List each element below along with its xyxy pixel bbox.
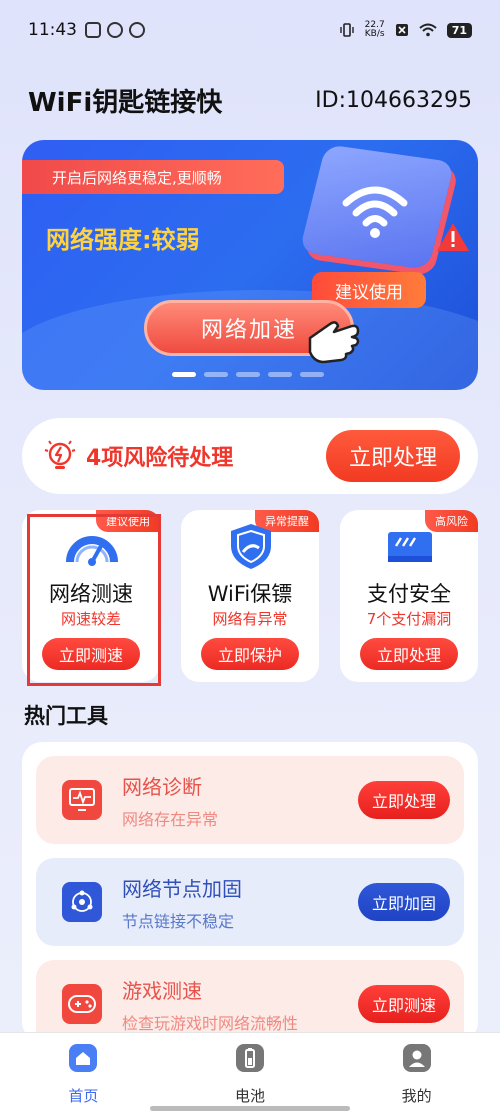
profile-icon xyxy=(402,1044,431,1072)
monitor-icon xyxy=(62,780,102,820)
tool-title: 网络诊断 xyxy=(122,774,202,799)
tool-subtitle: 节点链接不稳定 xyxy=(122,911,235,931)
battery-icon xyxy=(235,1044,264,1072)
feature-card-payment-security[interactable]: 高风险 支付安全 7个支付漏洞 立即处理 xyxy=(340,510,478,682)
feature-title: 网络测速 xyxy=(49,582,133,606)
tool-text: 网络节点加固 节点链接不稳定 xyxy=(122,873,358,932)
feature-card-speedtest[interactable]: 建议使用 网络测速 网速较差 立即测速 xyxy=(22,510,160,682)
bottom-nav: 首页 电池 我的 xyxy=(0,1032,500,1115)
lightbulb-icon xyxy=(44,440,76,469)
tool-row-game-speedtest[interactable]: 游戏测速 检查玩游戏时网络流畅性 立即测速 xyxy=(36,960,464,1042)
tool-row-network-diagnosis[interactable]: 网络诊断 网络存在异常 立即处理 xyxy=(36,756,464,844)
feature-title: 支付安全 xyxy=(367,582,451,606)
shield-icon xyxy=(231,524,271,569)
nav-label: 电池 xyxy=(234,1087,265,1105)
app-title: WiFi钥匙链接快 xyxy=(28,87,223,118)
status-right: 22.7 KB/s 71 xyxy=(339,21,472,39)
vibrate-icon xyxy=(339,23,354,37)
link-notification-icon xyxy=(107,22,123,38)
warning-icon xyxy=(437,223,469,251)
pagination-dot[interactable] xyxy=(172,372,196,377)
risk-count-text: 4项风险待处理 xyxy=(86,446,234,471)
header: WiFi钥匙链接快 ID:104663295 xyxy=(28,80,472,120)
nav-item-home[interactable]: 首页 xyxy=(23,1033,143,1115)
banner-tag: 开启后网络更稳定,更顺畅 xyxy=(22,160,284,194)
credit-card-icon xyxy=(388,532,432,562)
pagination-dot[interactable] xyxy=(268,372,292,377)
tool-subtitle: 网络存在异常 xyxy=(122,809,219,829)
speedtest-button[interactable]: 立即测速 xyxy=(42,638,140,670)
gamepad-icon xyxy=(62,984,102,1024)
signal-strength-text: 网络强度:较弱 xyxy=(46,226,200,254)
feature-subtitle: 网络有异常 xyxy=(212,610,288,628)
promo-banner[interactable]: 开启后网络更稳定,更顺畅 网络强度:较弱 建议使用 网络加速 xyxy=(22,140,478,390)
feature-subtitle: 网速较差 xyxy=(60,610,121,628)
pagination-dot[interactable] xyxy=(300,372,324,377)
network-node-icon xyxy=(62,882,102,922)
battery-level: 71 xyxy=(446,22,472,38)
wifi-status-icon xyxy=(419,23,437,37)
nav-item-battery[interactable]: 电池 xyxy=(190,1033,310,1115)
sim-off-icon xyxy=(395,24,408,36)
notification-icons xyxy=(85,22,145,38)
nav-label: 我的 xyxy=(401,1087,432,1105)
tool-row-node-reinforce[interactable]: 网络节点加固 节点链接不稳定 立即加固 xyxy=(36,858,464,946)
risk-card: 4项风险待处理 立即处理 xyxy=(22,418,478,494)
diagnosis-handle-button[interactable]: 立即处理 xyxy=(358,781,450,819)
hot-tools-title: 热门工具 xyxy=(24,704,108,728)
nav-label: 首页 xyxy=(68,1087,99,1105)
wifi-icon xyxy=(342,186,408,238)
pagination-dot[interactable] xyxy=(204,372,228,377)
tool-subtitle: 检查玩游戏时网络流畅性 xyxy=(122,1013,299,1033)
nav-item-profile[interactable]: 我的 xyxy=(357,1033,477,1115)
status-bar: 11:43 22.7 KB/s 71 xyxy=(0,0,500,60)
speedometer-icon xyxy=(66,536,118,566)
home-indicator xyxy=(150,1106,350,1111)
game-speedtest-button[interactable]: 立即测速 xyxy=(358,985,450,1023)
protect-button[interactable]: 立即保护 xyxy=(201,638,299,670)
tool-title: 网络节点加固 xyxy=(122,876,242,901)
feature-title: WiFi保镖 xyxy=(207,582,293,606)
tool-title: 游戏测速 xyxy=(122,978,202,1003)
home-icon xyxy=(69,1044,98,1072)
banner-pagination xyxy=(172,372,324,377)
pointing-hand-icon xyxy=(308,321,360,364)
status-left: 11:43 xyxy=(28,20,145,40)
tool-text: 网络诊断 网络存在异常 xyxy=(122,771,358,830)
reinforce-button[interactable]: 立即加固 xyxy=(358,883,450,921)
handle-risks-button[interactable]: 立即处理 xyxy=(326,430,460,482)
tool-text: 游戏测速 检查玩游戏时网络流畅性 xyxy=(122,975,358,1034)
feature-subtitle: 7个支付漏洞 xyxy=(366,610,452,628)
payment-handle-button[interactable]: 立即处理 xyxy=(360,638,458,670)
user-id: ID:104663295 xyxy=(315,87,472,113)
hot-tools-panel: 网络诊断 网络存在异常 立即处理 网络节点加固 节点链接不稳定 立即加固 游戏测… xyxy=(22,742,478,1042)
app-notification-icon xyxy=(85,22,101,38)
feature-card-wifi-guard[interactable]: 异常提醒 WiFi保镖 网络有异常 立即保护 xyxy=(181,510,319,682)
status-time: 11:43 xyxy=(28,20,77,40)
net-speed-unit: KB/s xyxy=(364,29,385,39)
pagination-dot[interactable] xyxy=(236,372,260,377)
net-speed: 22.7 KB/s xyxy=(365,21,385,39)
cat-notification-icon xyxy=(129,22,145,38)
